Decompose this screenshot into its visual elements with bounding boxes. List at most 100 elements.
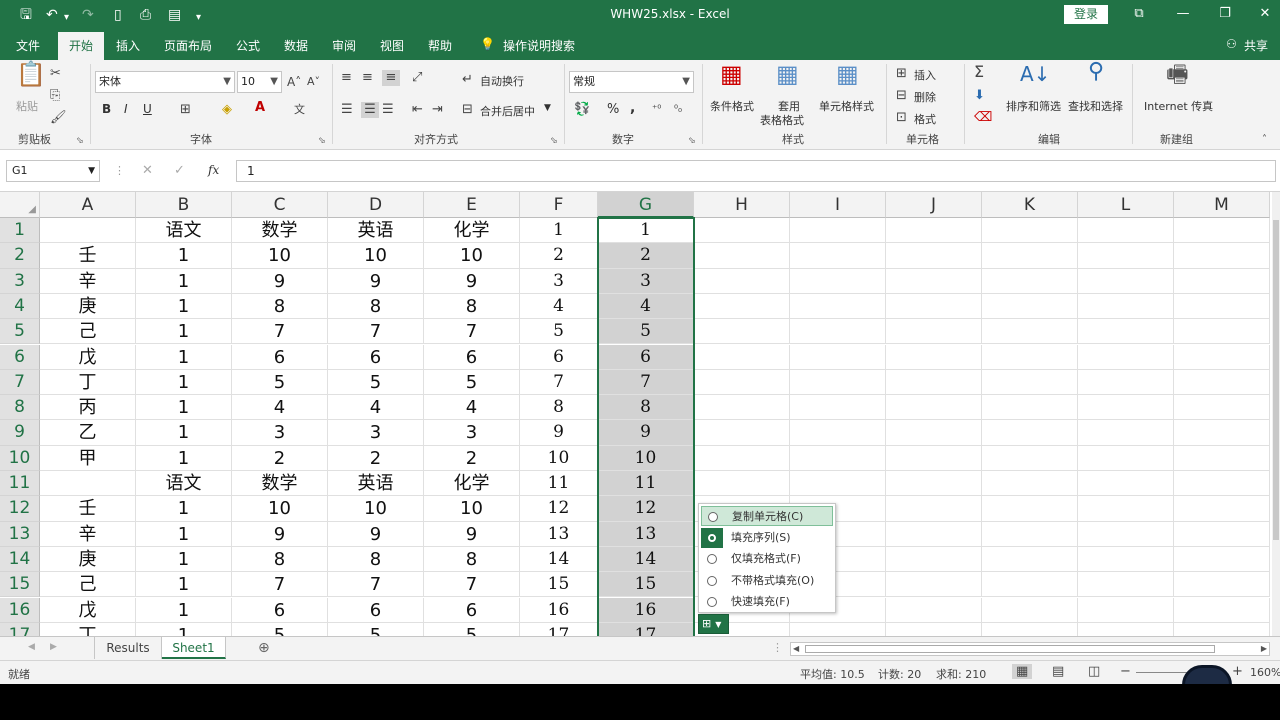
cell[interactable]: 4 xyxy=(598,293,694,320)
cell[interactable] xyxy=(886,293,982,320)
cell[interactable]: 9 xyxy=(598,420,694,446)
cell[interactable]: 17 xyxy=(598,622,694,636)
cell[interactable]: 6 xyxy=(328,597,424,623)
cell[interactable]: 10 xyxy=(424,243,520,269)
italic-button[interactable]: I xyxy=(124,102,128,116)
cell[interactable]: 2 xyxy=(424,445,520,471)
tab-insert[interactable]: 插入 xyxy=(116,37,140,54)
cell[interactable] xyxy=(1174,445,1270,471)
column-header-a[interactable]: A xyxy=(40,192,136,218)
accounting-format-icon[interactable]: 💱 xyxy=(574,102,590,118)
vertical-scrollbar[interactable] xyxy=(1272,192,1280,636)
cell[interactable] xyxy=(694,369,790,396)
scroll-right-icon[interactable]: ▶ xyxy=(1261,643,1267,655)
font-color-icon[interactable]: A xyxy=(255,100,265,116)
cell[interactable]: 12 xyxy=(520,496,598,522)
autofill-options-button[interactable]: ⊞ ▼ xyxy=(698,614,729,634)
row-header[interactable]: 10 xyxy=(0,445,40,471)
cell[interactable]: 1 xyxy=(136,572,232,598)
cell[interactable] xyxy=(790,319,886,345)
cell[interactable] xyxy=(886,521,982,547)
cell[interactable] xyxy=(886,445,982,471)
cell[interactable]: 1 xyxy=(598,218,694,244)
cell[interactable]: 11 xyxy=(598,471,694,497)
cell[interactable]: 8 xyxy=(232,293,328,320)
print-preview-icon[interactable]: ⎙ xyxy=(140,6,151,24)
cell[interactable]: 1 xyxy=(136,622,232,636)
ribbon-display-icon[interactable]: ⧉ xyxy=(1124,6,1154,21)
login-button[interactable]: 登录 xyxy=(1064,5,1108,24)
cell[interactable]: 8 xyxy=(520,395,598,421)
cell[interactable] xyxy=(1174,622,1270,636)
delete-cells-button[interactable]: 删除 xyxy=(914,89,936,105)
cell[interactable]: 5 xyxy=(520,319,598,345)
cell[interactable] xyxy=(790,268,886,294)
cell[interactable]: 9 xyxy=(424,521,520,547)
copy-icon[interactable]: ⎘ xyxy=(50,88,60,104)
cell[interactable] xyxy=(1174,218,1270,244)
cell-styles-icon[interactable]: ▦ xyxy=(836,62,859,86)
wrap-text-icon[interactable]: ↵ xyxy=(462,72,473,88)
underline-button[interactable]: U xyxy=(143,102,152,116)
paste-icon[interactable]: 📋 xyxy=(16,62,46,86)
normal-view-icon[interactable]: ▦ xyxy=(1012,664,1033,679)
insert-cells-icon[interactable]: ⊞ xyxy=(896,66,907,82)
chevron-down-icon[interactable]: ▼ xyxy=(544,103,551,113)
cell[interactable] xyxy=(1174,420,1270,446)
number-format-combo[interactable]: 常规 ▼ xyxy=(569,71,694,93)
cell[interactable] xyxy=(790,243,886,269)
internet-fax-button[interactable]: Internet 传真 xyxy=(1144,98,1213,114)
increase-decimal-icon[interactable]: ⁺⁰ xyxy=(652,102,661,118)
autofill-option[interactable]: 仅填充格式(F) xyxy=(701,549,833,569)
sort-filter-icon[interactable]: A↓ xyxy=(1020,64,1050,84)
orientation-icon[interactable]: ⤢ xyxy=(412,70,422,86)
formula-input[interactable]: 1 xyxy=(236,160,1276,182)
column-header-d[interactable]: D xyxy=(328,192,424,218)
cell[interactable]: 7 xyxy=(520,369,598,396)
cell[interactable]: 1 xyxy=(136,293,232,320)
cell[interactable]: 8 xyxy=(328,293,424,320)
column-header-k[interactable]: K xyxy=(982,192,1078,218)
tab-page-layout[interactable]: 页面布局 xyxy=(164,37,212,54)
cell[interactable]: 数学 xyxy=(232,218,328,244)
cell[interactable] xyxy=(694,319,790,345)
cell[interactable]: 3 xyxy=(424,420,520,446)
column-header-j[interactable]: J xyxy=(886,192,982,218)
cell[interactable]: 3 xyxy=(598,268,694,294)
cell[interactable] xyxy=(982,420,1078,446)
cell[interactable] xyxy=(1078,420,1174,446)
row-header[interactable]: 12 xyxy=(0,496,40,522)
cell[interactable]: 10 xyxy=(424,496,520,522)
find-select-icon[interactable]: ⚲ xyxy=(1088,61,1104,83)
cell[interactable] xyxy=(1078,218,1174,244)
cell[interactable]: 5 xyxy=(328,369,424,396)
merge-center-icon[interactable]: ⊟ xyxy=(462,102,473,118)
align-bottom-icon[interactable]: ≡ xyxy=(382,70,400,86)
cell[interactable]: 6 xyxy=(232,344,328,370)
cell[interactable] xyxy=(1078,572,1174,598)
decrease-decimal-icon[interactable]: ⁰₀ xyxy=(674,102,682,118)
column-header-g[interactable]: G xyxy=(598,192,694,218)
cell[interactable]: 17 xyxy=(520,622,598,636)
cell[interactable] xyxy=(1078,496,1174,522)
cell[interactable]: 2 xyxy=(598,243,694,269)
cell[interactable]: 1 xyxy=(136,445,232,471)
delete-cells-icon[interactable]: ⊟ xyxy=(896,88,907,104)
cell[interactable]: 1 xyxy=(136,420,232,446)
spreadsheet-grid[interactable]: ◢ ABCDEFGHIJKLM 1 语文 数学 英语 化学 1 1 2 壬 1 10 10 10 2 2 3 辛… xyxy=(0,192,1272,636)
cell[interactable]: 7 xyxy=(424,319,520,345)
cell[interactable]: 11 xyxy=(520,471,598,497)
cell[interactable]: 戊 xyxy=(40,344,136,370)
cell[interactable]: 1 xyxy=(136,243,232,269)
cell[interactable] xyxy=(1174,344,1270,370)
cell[interactable] xyxy=(886,572,982,598)
align-middle-icon[interactable]: ≡ xyxy=(362,70,373,86)
align-center-icon[interactable]: ☰ xyxy=(361,102,379,118)
collapse-ribbon-icon[interactable]: ˄ xyxy=(1262,132,1267,148)
column-header-f[interactable]: F xyxy=(520,192,598,218)
number-launcher-icon[interactable]: ⬂ xyxy=(688,133,696,149)
cell[interactable] xyxy=(1078,622,1174,636)
row-header[interactable]: 3 xyxy=(0,268,40,294)
cell[interactable]: 9 xyxy=(424,268,520,294)
cut-icon[interactable]: ✂ xyxy=(50,66,61,82)
